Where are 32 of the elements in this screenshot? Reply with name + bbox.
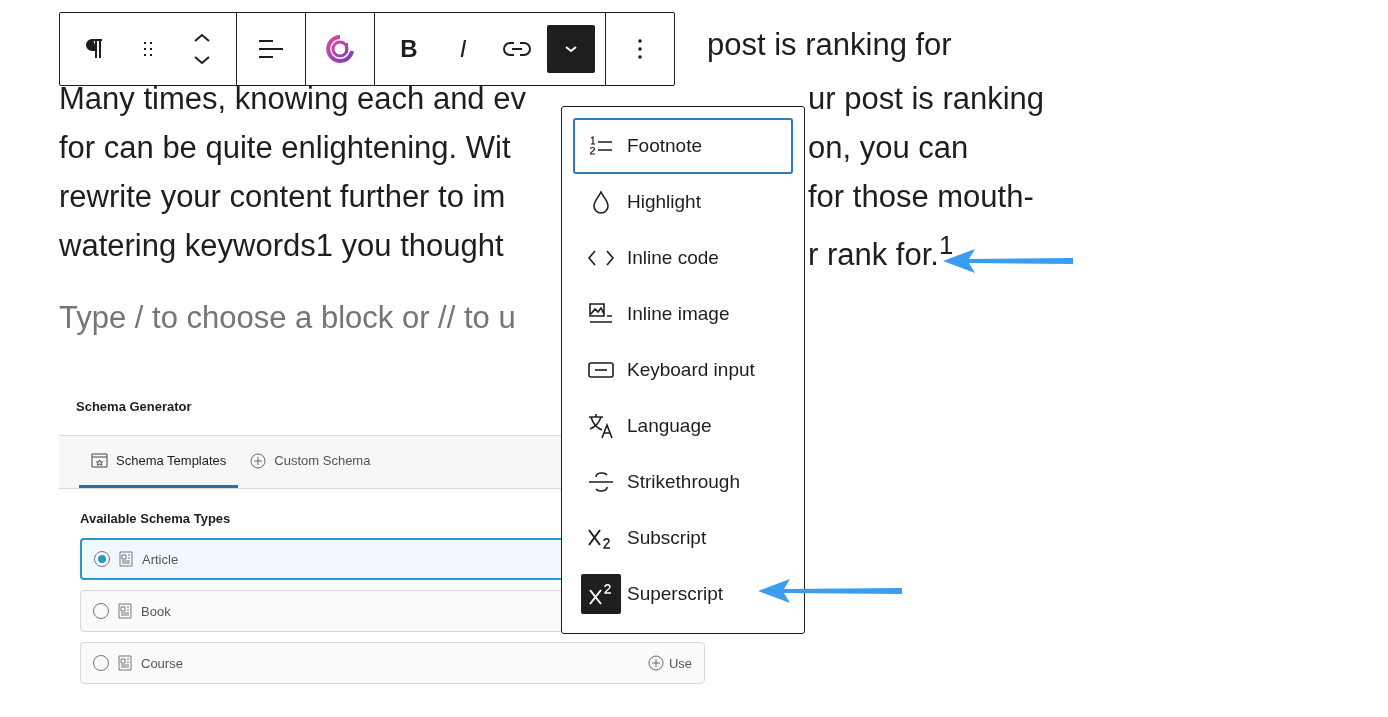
use-button[interactable]: Use [647,655,692,671]
paragraph-text: on, you can [808,129,969,167]
section-title: Available Schema Types [79,510,232,528]
heading-text: post is ranking for [707,26,952,64]
italic-button[interactable]: I [439,25,487,73]
tab[interactable]: Custom Schema [238,436,383,488]
menu-item[interactable]: Language [573,398,793,454]
plus-icon [250,452,267,469]
template-icon [91,453,108,468]
document-icon [118,551,134,567]
panel-title: Schema Generator [75,398,193,416]
paragraph-text: ur post is ranking [808,80,1045,118]
paragraph-text: for those mouth- [808,178,1034,216]
chevron-down-icon [563,44,579,54]
paragraph-text: watering keywords1 you thought [59,227,504,265]
tab[interactable]: Schema Templates [79,436,239,488]
schema-type-row[interactable]: Course Use [80,642,705,684]
menu-item[interactable]: Strikethrough [573,454,793,510]
block-placeholder[interactable]: Type / to choose a block or // to u [59,300,516,336]
document-icon [117,655,133,671]
paragraph-text: Many times, knowing each and ev [59,80,526,118]
menu-item[interactable]: Inline code [573,230,793,286]
menu-item[interactable]: Keyboard input [573,342,793,398]
plus-icon [647,655,664,671]
paragraph-text: r rank for.$^{1}$ [808,230,954,270]
paragraph-text: rewrite your content further to im [59,178,506,216]
document-icon [117,603,133,619]
bold-button[interactable]: B [385,25,433,73]
paragraph-text: for can be quite enlightening. Wit [59,129,511,167]
menu-item[interactable]: Highlight [573,174,793,230]
menu-item[interactable]: Inline image [573,286,793,342]
menu-item[interactable]: Footnote [573,118,793,174]
